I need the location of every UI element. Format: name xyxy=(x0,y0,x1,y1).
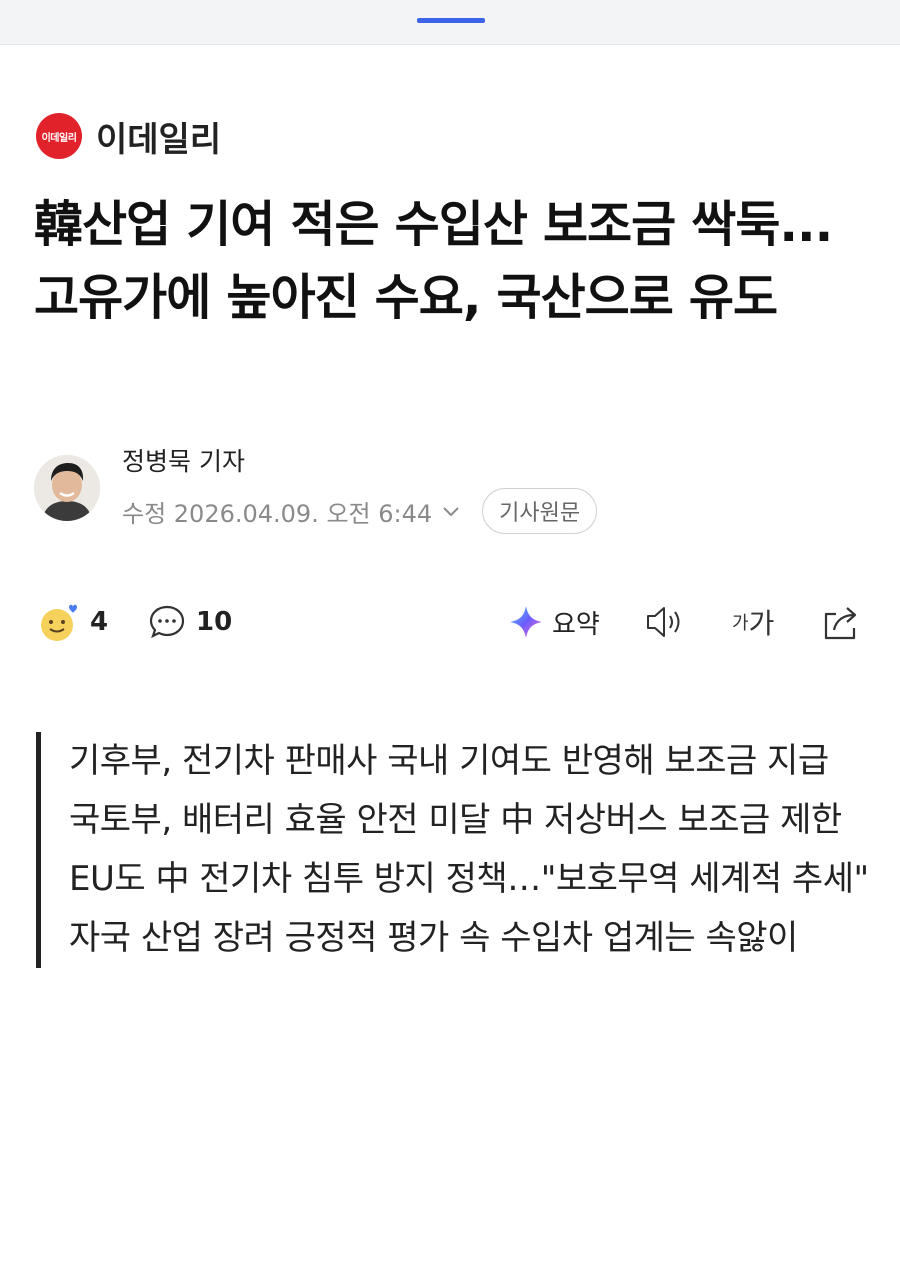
avatar[interactable] xyxy=(34,455,100,521)
author-name[interactable]: 정병묵 기자 xyxy=(122,442,597,478)
reaction-count: 4 xyxy=(90,607,109,637)
active-tab-indicator xyxy=(417,18,485,23)
summary-label: 요약 xyxy=(552,609,600,640)
summary-line: 국토부, 배터리 효율 안전 미달 中 저상버스 보조금 제한 xyxy=(69,800,842,840)
summary-line: 자국 산업 장려 긍정적 평가 속 수입차 업계는 속앓이 xyxy=(69,918,798,958)
font-size-button[interactable]: 가가 xyxy=(732,594,774,650)
font-size-label-large: 가 xyxy=(748,607,775,640)
comment-count: 10 xyxy=(196,607,233,637)
article-headline: 韓산업 기여 적은 수입산 보조금 싹둑...고유가에 높아진 수요, 국산으로… xyxy=(34,196,833,326)
reaction-button[interactable]: 4 xyxy=(38,594,108,650)
publisher-name[interactable]: 이데일리 xyxy=(96,112,221,161)
smiley-reaction-icon xyxy=(41,604,77,641)
summary-line: 기후부, 전기차 판매사 국내 기여도 반영해 보조금 지급 xyxy=(69,741,829,781)
author-photo-icon xyxy=(34,455,100,521)
font-size-label-small: 가 xyxy=(732,613,749,634)
article-timestamp[interactable]: 수정 2026.04.09. 오전 6:44 xyxy=(122,494,432,529)
share-button[interactable] xyxy=(820,594,862,650)
publisher-header[interactable]: 이데일리 이데일리 xyxy=(36,110,221,162)
article-action-bar: 4 10 요약 가가 xyxy=(38,594,868,650)
comment-bubble-icon xyxy=(149,605,185,639)
publisher-logo[interactable]: 이데일리 xyxy=(36,113,82,159)
comment-button[interactable]: 10 xyxy=(148,594,232,650)
share-icon xyxy=(824,607,857,640)
summary-line: EU도 中 전기차 침투 방지 정책…"보호무역 세계적 추세" xyxy=(69,859,869,899)
ai-sparkle-icon xyxy=(510,606,542,638)
summary-button[interactable]: 요약 xyxy=(508,594,600,650)
article-summary: 기후부, 전기차 판매사 국내 기여도 반영해 보조금 지급 국토부, 배터리 … xyxy=(36,732,899,968)
speaker-icon xyxy=(647,607,680,637)
chevron-down-icon[interactable] xyxy=(442,499,460,523)
byline: 정병묵 기자 수정 2026.04.09. 오전 6:44 기사원문 xyxy=(34,447,598,534)
top-tab-strip xyxy=(0,0,900,45)
original-article-button[interactable]: 기사원문 xyxy=(482,488,598,534)
listen-button[interactable] xyxy=(644,594,688,650)
